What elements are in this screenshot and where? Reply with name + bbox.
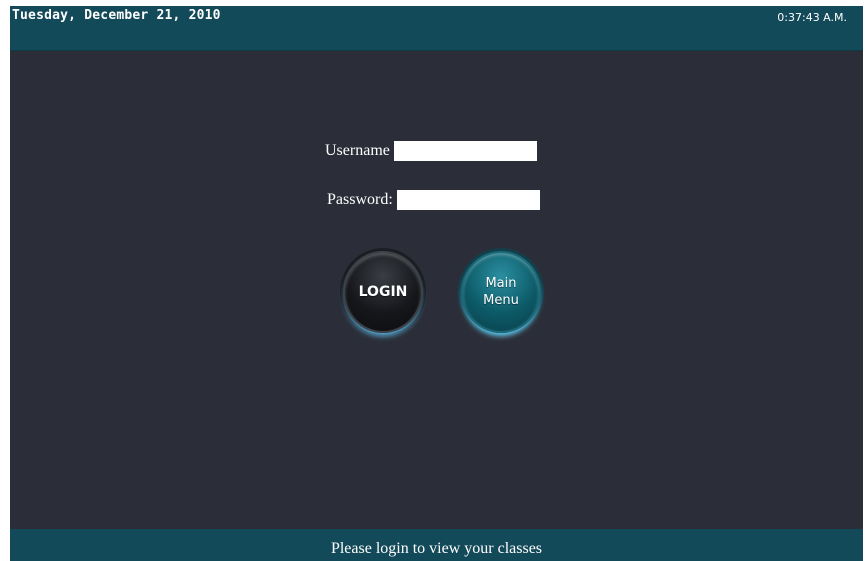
footer-bar: Please login to view your classes: [10, 529, 863, 561]
password-label: Password:: [327, 191, 393, 208]
main-menu-label-line1: Main: [485, 276, 517, 291]
username-label: Username: [325, 142, 390, 159]
password-input[interactable]: [396, 190, 540, 210]
main-menu-button-label: Main Menu: [483, 275, 519, 309]
status-message: Please login to view your classes: [330, 540, 543, 557]
password-row: Password:: [327, 190, 540, 210]
username-input[interactable]: [393, 141, 537, 161]
main-menu-button-face: Main Menu: [461, 251, 541, 333]
app-window: Tuesday, December 21, 2010 0:37:43 A.M. …: [10, 6, 863, 561]
main-menu-button[interactable]: Main Menu: [458, 246, 544, 338]
username-row: Username: [325, 141, 537, 161]
login-button-face: LOGIN: [343, 251, 423, 333]
main-menu-label-line2: Menu: [483, 293, 519, 308]
login-button[interactable]: LOGIN: [340, 246, 426, 338]
clock-display: 0:37:43 A.M.: [777, 11, 847, 24]
header-bar: Tuesday, December 21, 2010 0:37:43 A.M.: [10, 6, 863, 51]
date-display: Tuesday, December 21, 2010: [12, 8, 221, 23]
login-button-label: LOGIN: [358, 283, 408, 300]
